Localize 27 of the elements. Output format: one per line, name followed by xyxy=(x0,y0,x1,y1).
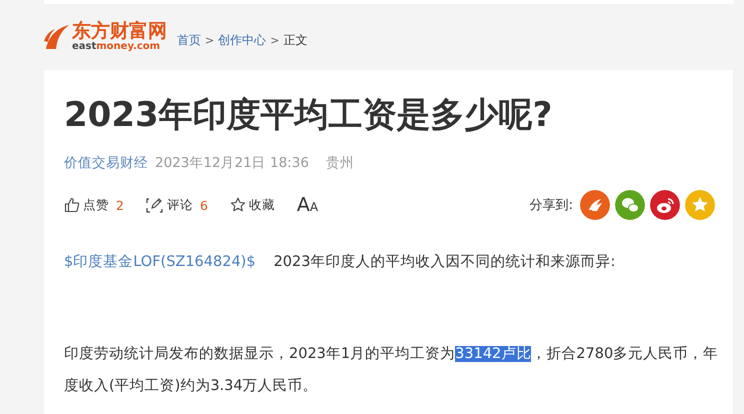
share-label: 分享到: xyxy=(530,197,573,214)
like-button[interactable]: 点赞 2 xyxy=(64,196,124,214)
logo-domain: eastmoney.com xyxy=(72,42,162,52)
logo-name: 东方财富网 xyxy=(72,22,167,41)
article-title: 2023年印度平均工资是多少呢? xyxy=(64,94,554,137)
thumbs-up-icon xyxy=(64,197,80,213)
font-size-button[interactable]: AA xyxy=(296,194,318,216)
breadcrumb-current: 正文 xyxy=(283,32,308,48)
share-wechat-icon[interactable] xyxy=(615,190,645,220)
author-link[interactable]: 价值交易财经 xyxy=(64,154,148,172)
share-qzone-icon[interactable] xyxy=(685,190,715,220)
breadcrumb-link[interactable]: 创作中心 xyxy=(218,32,266,48)
location: 贵州 xyxy=(326,154,354,172)
edit-icon xyxy=(146,197,164,213)
star-icon xyxy=(230,197,246,213)
breadcrumb-separator: > xyxy=(270,34,280,46)
breadcrumb-separator: > xyxy=(205,34,214,46)
publish-date: 2023年12月21日 18:36 xyxy=(155,154,309,172)
comment-button[interactable]: 评论 6 xyxy=(146,196,208,214)
logo-icon xyxy=(44,23,70,51)
breadcrumb-link[interactable]: 首页 xyxy=(177,32,201,48)
stock-tag-link[interactable]: $印度基金LOF(SZ164824)$ xyxy=(64,246,256,278)
share-eastmoney-icon[interactable] xyxy=(580,190,610,220)
paragraph: 2023年印度人的平均收入因不同的统计和来源而异: xyxy=(274,252,616,272)
paragraph: 印度劳动统计局发布的数据显示，2023年1月的平均工资为33142卢比，折合2780多元人民币，年度收入(平均工资)约为3.34万人民币。 xyxy=(64,344,720,396)
share-weibo-icon[interactable] xyxy=(650,190,680,220)
favorite-button[interactable]: 收藏 xyxy=(230,196,275,214)
